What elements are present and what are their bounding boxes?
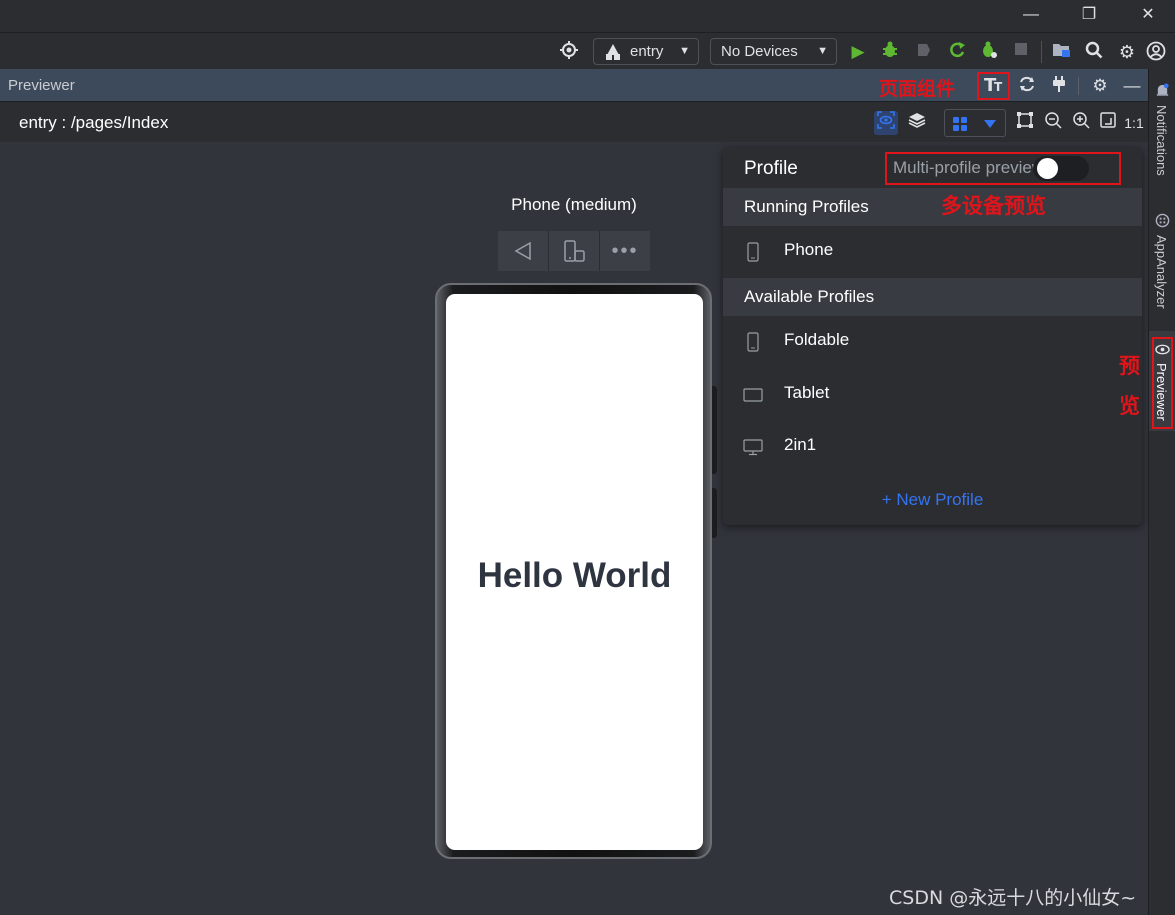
profile-title: Profile [744,158,798,179]
profile-row-foldable[interactable]: Foldable [723,316,1142,368]
highlight-box-multi-profile [885,152,1121,185]
chevron-down-icon [984,120,996,128]
profile-row-tablet[interactable]: Tablet [723,369,1142,421]
close-window-button[interactable]: ✕ [1133,4,1163,26]
device-controls: ••• [498,231,650,271]
device-label: Phone (medium) [511,195,637,214]
previewer-title: Previewer [8,77,75,94]
hide-panel-icon[interactable]: — [1120,75,1144,97]
device-selector[interactable]: No Devices ▼ [710,38,837,65]
chevron-down-icon: ▼ [817,45,828,57]
debug-icon[interactable] [879,41,901,63]
run-icon[interactable]: ▶ [847,41,869,63]
project-structure-icon[interactable] [1051,41,1073,63]
monitor-icon [743,439,763,456]
fit-screen-icon[interactable] [1096,111,1120,135]
highlight-box-previewer-tab [1152,337,1173,429]
multi-device-selector[interactable] [944,109,1006,137]
fit-frame-icon[interactable] [1013,111,1037,135]
tab-label: AppAnalyzer [1154,235,1169,309]
toolbar-divider [1041,41,1042,63]
attach-debugger-icon[interactable] [913,41,935,63]
analyzer-icon [1155,213,1170,228]
page-path: entry : /pages/Index [19,113,169,132]
module-icon [606,44,620,60]
profile-row-2in1[interactable]: 2in1 [723,421,1142,473]
stop-icon[interactable] [1010,41,1032,63]
available-profiles-header: Available Profiles [723,278,1142,316]
tablet-icon [743,388,763,402]
phone-icon [747,332,759,352]
phone-icon [747,242,759,262]
profile-row-phone[interactable]: Phone [723,226,1142,278]
phone-screen[interactable]: Hello World [446,294,703,850]
device-selector-label: No Devices [721,43,798,60]
search-icon[interactable] [1083,41,1105,63]
phone-frame: Hello World [435,283,712,859]
inspector-icon[interactable] [874,111,898,135]
layers-icon[interactable] [905,111,929,135]
previewer-header: Previewer 页面组件 TT ⚙ — [0,69,1148,102]
new-profile-link[interactable]: + New Profile [723,490,1142,510]
watermark: CSDN @永远十八的小仙女~ [889,887,1137,909]
zoom-out-icon[interactable] [1041,111,1065,135]
running-profiles-label: Running Profiles [744,197,869,216]
locate-target-icon[interactable] [558,41,580,63]
plug-icon[interactable] [1047,75,1071,97]
profile-label: 2in1 [784,435,817,454]
account-icon[interactable] [1145,41,1167,63]
running-profiles-header: Running Profiles [723,188,1142,226]
annotation-preview-char2: 览 [1119,394,1140,418]
profile-panel: Profile Multi-profile preview Running Pr… [723,148,1142,525]
annotation-multi-device-preview: 多设备预览 [941,194,1046,218]
profile-label: Phone [784,240,834,259]
back-icon[interactable] [498,231,548,271]
volume-button [712,386,717,474]
tab-label: Notifications [1154,105,1169,176]
grid-icon [953,117,967,131]
main-toolbar: entry ▼ No Devices ▼ ▶ ⚙ [0,32,1175,69]
highlight-box-page-component [977,72,1010,100]
right-tool-sidebar: Notifications AppAnalyzer Previewer [1148,69,1175,915]
available-profiles-label: Available Profiles [744,287,875,306]
minimize-button[interactable]: — [1016,4,1046,26]
annotation-page-component: 页面组件 [879,78,956,100]
profile-label: Tablet [784,383,830,402]
rotate-device-icon[interactable] [549,231,599,271]
bell-icon [1156,83,1169,96]
annotation-preview-char1: 预 [1119,354,1140,378]
rerun-icon[interactable] [946,41,968,63]
settings-gear-icon[interactable]: ⚙ [1088,75,1112,97]
zoom-in-icon[interactable] [1069,111,1093,135]
profile-debug-icon[interactable] [978,41,1000,63]
power-button [712,488,717,538]
tab-appanalyzer[interactable]: AppAnalyzer [1149,211,1175,321]
refresh-icon[interactable] [1015,75,1039,97]
more-icon[interactable]: ••• [600,231,650,271]
path-bar: entry : /pages/Index 1:1 [0,102,1148,142]
title-bar: — ❐ ✕ [0,0,1175,32]
profile-label: Foldable [784,330,850,349]
restore-button[interactable]: ❐ [1074,4,1104,26]
run-config-label: entry [630,43,664,60]
chevron-down-icon: ▼ [679,45,690,57]
actual-size-icon[interactable]: 1:1 [1123,111,1145,135]
hello-world-text: Hello World [477,556,672,595]
header-divider [1078,77,1079,95]
run-config-selector[interactable]: entry ▼ [593,38,699,65]
tab-notifications[interactable]: Notifications [1149,79,1175,199]
gear-icon[interactable]: ⚙ [1116,41,1138,63]
